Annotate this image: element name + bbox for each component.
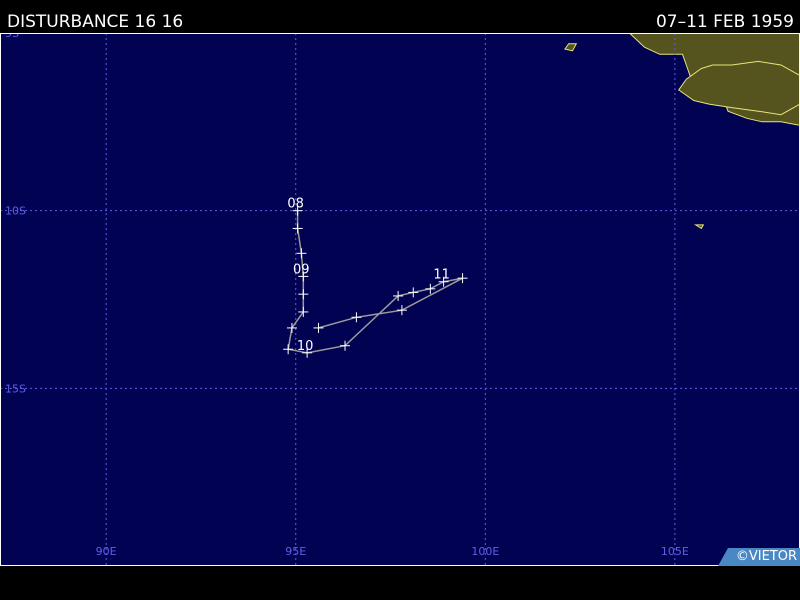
track-map[interactable]: 5S 10S 15S 90E 95E 100E 105E 08 09 10 11 [0,33,800,566]
date-label: 11 [433,268,450,283]
date-label: 08 [287,197,304,212]
lat-label: 5S [5,33,19,40]
lat-label: 15S [5,382,26,395]
lat-label: 10S [5,205,26,218]
date-range: 07–11 FEB 1959 [655,12,794,32]
date-label: 10 [297,339,314,354]
lon-label: 90E [96,545,117,558]
lon-label: 100E [471,545,499,558]
lon-label: 105E [661,545,689,558]
credit-text: ©VIETOR [735,549,797,564]
storm-title: DISTURBANCE 16 16 [7,12,184,32]
ocean-background [0,33,800,566]
lon-label: 95E [285,545,306,558]
date-label: 09 [293,262,310,277]
